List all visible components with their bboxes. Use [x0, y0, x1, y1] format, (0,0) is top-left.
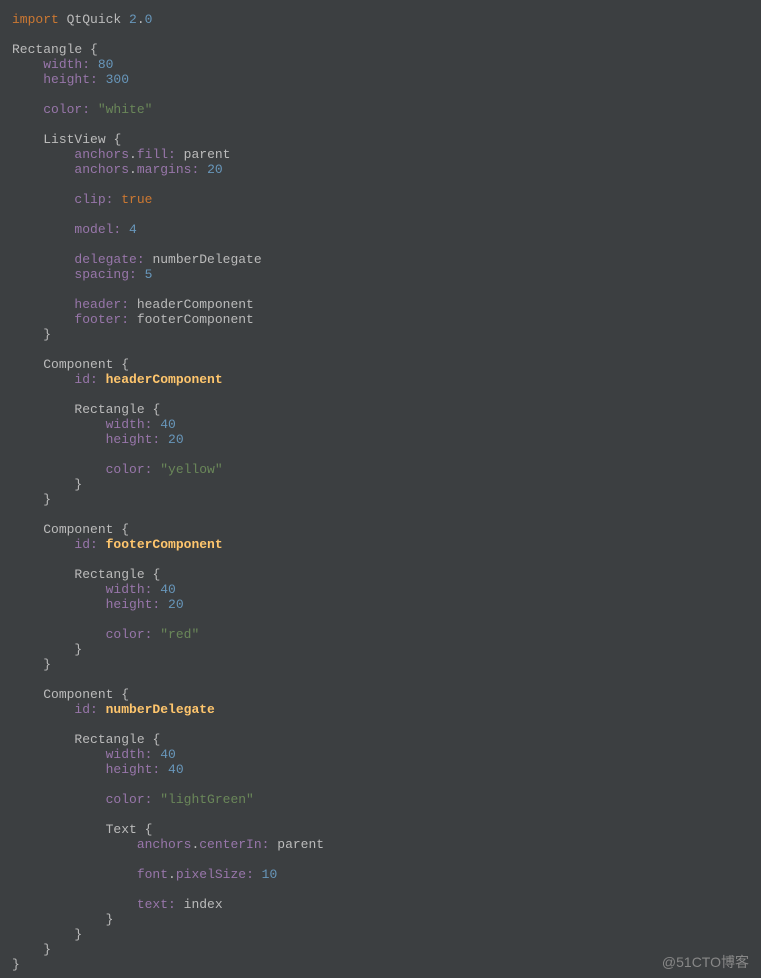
id-numberDelegate: numberDelegate	[98, 702, 215, 717]
type-rectangle: Rectangle	[12, 42, 90, 57]
type-text: Text	[106, 822, 145, 837]
keyword-import: import	[12, 12, 59, 27]
type-listview: ListView	[43, 132, 113, 147]
id-headerComponent: headerComponent	[98, 372, 223, 387]
code-block: import QtQuick 2.0 Rectangle { width: 80…	[12, 12, 749, 972]
type-component: Component	[43, 357, 121, 372]
watermark: @51CTO博客	[662, 955, 749, 970]
id-footerComponent: footerComponent	[98, 537, 223, 552]
